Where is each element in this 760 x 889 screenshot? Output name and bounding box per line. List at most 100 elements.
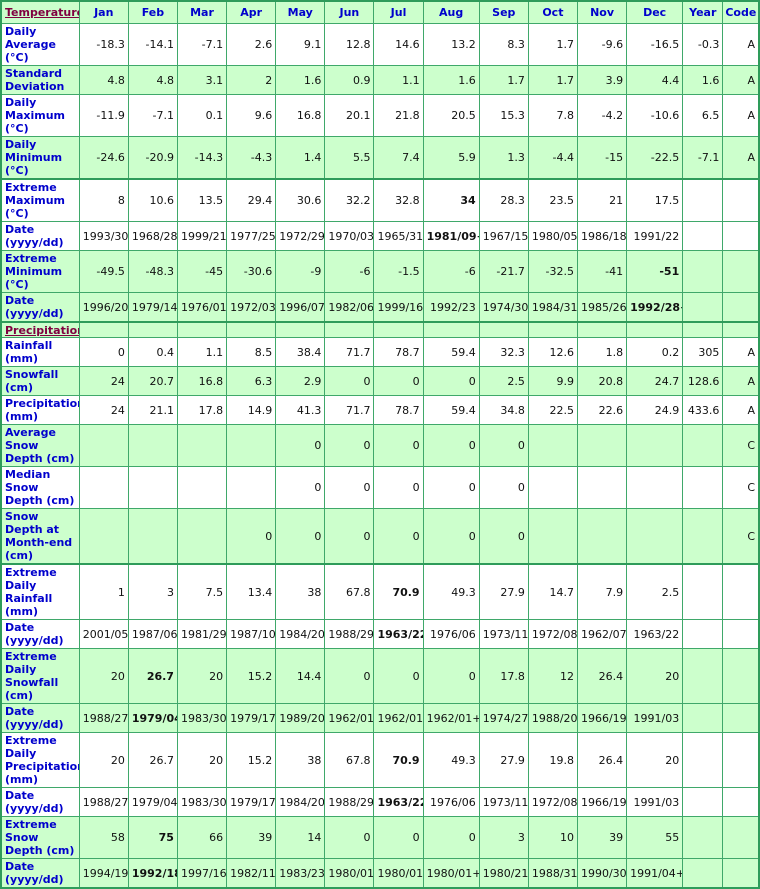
data-cell-code — [722, 250, 760, 293]
data-cell-feb: 10.6 — [127, 178, 178, 222]
column-header-mar: Mar — [176, 0, 228, 24]
data-cell-jun: 67.8 — [324, 563, 375, 620]
data-cell-sep: 32.3 — [478, 337, 529, 367]
data-cell-feb: 0.4 — [127, 337, 178, 367]
data-cell-jun: 71.7 — [324, 337, 375, 367]
data-cell-mar — [176, 466, 228, 509]
data-cell-feb: -48.3 — [127, 250, 178, 293]
data-cell-aug: -6 — [422, 250, 480, 293]
section-spacer-cell — [722, 321, 760, 338]
data-cell-year — [682, 858, 724, 889]
data-cell-jan: 8 — [78, 178, 129, 222]
data-cell-may: 1984/20 — [275, 619, 326, 649]
data-cell-sep: -21.7 — [478, 250, 529, 293]
table-row: Extreme Daily Rainfall (mm) 1 3 7.5 13.4 38 67… — [0, 563, 760, 620]
row-label: Median Snow Depth (cm) — [0, 466, 80, 509]
data-cell-nov: 26.4 — [576, 732, 628, 788]
data-cell-year — [682, 424, 724, 467]
data-cell-apr: -30.6 — [226, 250, 277, 293]
data-cell-dec: 1963/22 — [626, 619, 684, 649]
data-cell-feb: -7.1 — [127, 94, 178, 137]
data-cell-dec: 20 — [626, 732, 684, 788]
data-cell-oct: 1.7 — [527, 65, 578, 95]
data-cell-jun: 0 — [324, 648, 375, 704]
data-cell-jul: 1962/01+ — [373, 703, 424, 733]
data-cell-aug: 34 — [422, 178, 480, 222]
data-cell-oct: -4.4 — [527, 136, 578, 180]
data-cell-feb: 26.7 — [127, 732, 178, 788]
data-cell-nov: 7.9 — [576, 563, 628, 620]
data-cell-jan — [78, 508, 129, 565]
data-cell-aug: 20.5 — [422, 94, 480, 137]
data-cell-year: 1.6 — [682, 65, 724, 95]
data-cell-may: 1.4 — [275, 136, 326, 180]
data-cell-nov: -41 — [576, 250, 628, 293]
data-cell-dec: 1991/03 — [626, 787, 684, 817]
data-cell-code — [722, 858, 760, 889]
data-cell-jan: 58 — [78, 816, 129, 859]
data-cell-code: A — [722, 65, 760, 95]
data-cell-aug: 0 — [422, 648, 480, 704]
data-cell-jun: 1970/03 — [324, 221, 375, 251]
data-cell-mar: 20 — [176, 648, 228, 704]
column-header-aug: Aug — [422, 0, 480, 24]
data-cell-aug: 1976/06 — [422, 619, 480, 649]
table-row: Precipitation (mm) 24 21.1 17.8 14.9 41.3 71.7… — [0, 395, 760, 425]
row-label: Extreme Maximum (°C) — [0, 178, 80, 222]
data-cell-oct: 1980/05+ — [527, 221, 578, 251]
data-cell-apr: 15.2 — [226, 648, 277, 704]
data-cell-aug: 1962/01+ — [422, 703, 480, 733]
data-cell-code: C — [722, 424, 760, 467]
section-spacer-cell — [626, 321, 684, 338]
data-cell-code: C — [722, 466, 760, 509]
column-header-jun: Jun — [324, 0, 375, 24]
column-header-jan: Jan — [78, 0, 129, 24]
data-cell-jan: -11.9 — [78, 94, 129, 137]
data-cell-apr: 2.6 — [226, 23, 277, 66]
data-cell-may: 1984/20 — [275, 787, 326, 817]
data-cell-code — [722, 787, 760, 817]
data-cell-dec: -10.6 — [626, 94, 684, 137]
data-cell-nov: 3.9 — [576, 65, 628, 95]
data-cell-jun: 32.2 — [324, 178, 375, 222]
data-cell-aug: 1980/01+ — [422, 858, 480, 889]
data-cell-aug: 0 — [422, 816, 480, 859]
data-cell-apr: 1982/11 — [226, 858, 277, 889]
data-cell-may: 41.3 — [275, 395, 326, 425]
data-cell-mar: 1976/01 — [176, 292, 228, 323]
data-cell-sep: 1967/15+ — [478, 221, 529, 251]
column-header-nov: Nov — [576, 0, 628, 24]
row-label: Average Snow Depth (cm) — [0, 424, 80, 467]
data-cell-aug: 1976/06 — [422, 787, 480, 817]
data-cell-may: 0 — [275, 508, 326, 565]
row-label: Date (yyyy/dd) — [0, 221, 80, 251]
data-cell-feb: -20.9 — [127, 136, 178, 180]
data-cell-dec: 24.7 — [626, 366, 684, 396]
data-cell-aug: 5.9 — [422, 136, 480, 180]
data-cell-jan: 4.8 — [78, 65, 129, 95]
data-cell-nov: 1.8 — [576, 337, 628, 367]
data-cell-dec: 1991/22 — [626, 221, 684, 251]
section-spacer-cell — [576, 321, 628, 338]
data-cell-feb: 1979/14 — [127, 292, 178, 323]
data-cell-sep: 8.3 — [478, 23, 529, 66]
data-cell-code: A — [722, 395, 760, 425]
data-cell-nov: 39 — [576, 816, 628, 859]
data-cell-mar: 1997/16 — [176, 858, 228, 889]
data-cell-may: 1996/07 — [275, 292, 326, 323]
data-cell-dec: -22.5 — [626, 136, 684, 180]
data-cell-jul: 1.1 — [373, 65, 424, 95]
climate-data-table: Temperature:JanFebMarAprMayJunJulAugSepO… — [0, 0, 760, 889]
data-cell-mar — [176, 508, 228, 565]
data-cell-apr: 1979/17 — [226, 787, 277, 817]
data-cell-nov: -15 — [576, 136, 628, 180]
row-label: Date (yyyy/dd) — [0, 787, 80, 817]
data-cell-aug: 49.3 — [422, 732, 480, 788]
data-cell-year: 305 — [682, 337, 724, 367]
data-cell-year — [682, 221, 724, 251]
data-cell-sep: 1974/30 — [478, 292, 529, 323]
data-cell-sep: 1.3 — [478, 136, 529, 180]
row-label: Date (yyyy/dd) — [0, 292, 80, 323]
data-cell-jan: 0 — [78, 337, 129, 367]
data-cell-year — [682, 178, 724, 222]
